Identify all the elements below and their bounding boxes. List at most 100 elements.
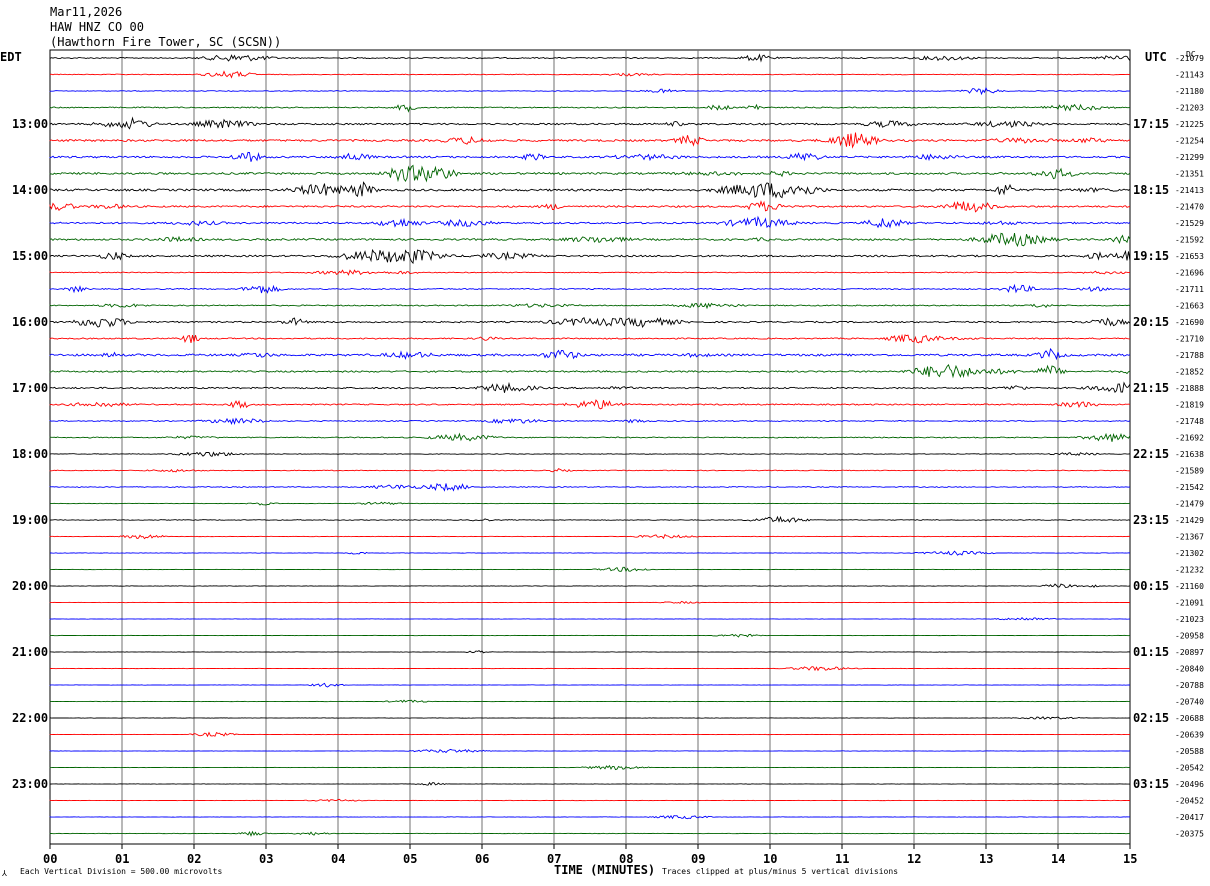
utc-time-label: 00:15 [1133,579,1169,593]
x-tick-label: 12 [907,852,921,866]
channel-label: HAW HNZ CO 00 [50,20,144,34]
utc-time-label: 03:15 [1133,777,1169,791]
x-tick-label: 02 [187,852,201,866]
trace-line [49,451,1131,458]
trace-line [49,283,1131,294]
dc-offset-label: -20588 [1175,747,1204,756]
edt-time-label: 19:00 [12,513,48,527]
x-tick-label: 01 [115,852,129,866]
dc-offset-labels: -21079 -21143 -21180 -21203 -21225 -21254 -212… [1175,54,1204,839]
edt-time-label: 21:00 [12,645,48,659]
utc-time-label: 21:15 [1133,381,1169,395]
dc-offset-label: -21529 [1175,219,1204,228]
dc-offset-label: -21429 [1175,516,1204,525]
x-tick-label: 00 [43,852,57,866]
trace-line [49,302,1131,310]
trace-line [49,364,1131,379]
dc-offset-label: -20897 [1175,648,1204,657]
scale-icon: ⅄ [1,869,7,878]
dc-offset-label: -21663 [1175,302,1204,311]
utc-time-label: 18:15 [1133,183,1169,197]
dc-offset-label: -21852 [1175,368,1204,377]
trace-line [49,468,1130,473]
trace-line [49,748,1131,754]
dc-offset-label: -20452 [1175,797,1204,806]
station-label: (Hawthorn Fire Tower, SC (SCSN)) [50,35,281,49]
dc-offset-label: -21692 [1175,434,1204,443]
dc-offset-label: -20417 [1175,813,1204,822]
trace-line [49,682,1131,688]
dc-offset-label: -20840 [1175,665,1204,674]
trace-line [49,347,1131,361]
utc-time-label: 01:15 [1133,645,1169,659]
dc-offset-label: -21079 [1175,54,1204,63]
utc-time-label: 22:15 [1133,447,1169,461]
trace-line [49,333,1131,344]
dc-offset-label: -20542 [1175,764,1204,773]
seismogram-plot: Mar11,2026 HAW HNZ CO 00 (Hawthorn Fire … [0,5,1204,878]
trace-line [49,617,1131,621]
edt-time-label: 16:00 [12,315,48,329]
trace-line [49,814,1131,820]
trace-line [49,716,1130,720]
dc-offset-label: -21696 [1175,269,1204,278]
x-axis-title: TIME (MINUTES) [554,863,655,877]
trace-line [49,798,1130,803]
x-tick-label: 13 [979,852,993,866]
dc-offset-label: -21470 [1175,203,1204,212]
utc-time-label: 17:15 [1133,117,1169,131]
trace-line [49,600,1130,604]
utc-time-label: 23:15 [1133,513,1169,527]
dc-offset-label: -20740 [1175,698,1204,707]
trace-line [49,781,1130,786]
trace-line [49,432,1131,442]
dc-offset-label: -21592 [1175,236,1204,245]
clip-note: Traces clipped at plus/minus 5 vertical … [662,867,898,876]
edt-axis-label: EDT [0,50,22,64]
dc-offset-label: -20496 [1175,780,1204,789]
trace-line [49,550,1131,556]
date-label: Mar11,2026 [50,5,122,19]
trace-line [49,417,1131,425]
trace-line [49,566,1130,573]
utc-time-label: 20:15 [1133,315,1169,329]
trace-rows [49,53,1131,837]
dc-offset-label: -21413 [1175,186,1204,195]
dc-offset-label: -20958 [1175,632,1204,641]
dc-offset-label: -21367 [1175,533,1204,542]
trace-line [49,533,1131,540]
trace-line [49,70,1131,79]
edt-time-label: 14:00 [12,183,48,197]
x-tick-label: 15 [1123,852,1137,866]
trace-line [49,830,1131,837]
trace-line [49,181,1131,199]
edt-time-label: 22:00 [12,711,48,725]
trace-line [49,200,1131,213]
trace-line [49,248,1131,265]
trace-line [49,53,1131,63]
trace-line [49,633,1131,638]
trace-line [49,764,1131,771]
dc-offset-label: -20639 [1175,731,1204,740]
trace-line [49,515,1131,523]
trace-line [49,86,1131,96]
dc-offset-label: -21160 [1175,582,1204,591]
edt-time-label: 20:00 [12,579,48,593]
dc-offset-label: -21479 [1175,500,1204,509]
trace-line [49,232,1131,248]
edt-time-label: 17:00 [12,381,48,395]
dc-offset-label: -21023 [1175,615,1204,624]
utc-time-label: 19:15 [1133,249,1169,263]
edt-time-labels: 13:00 14:00 15:00 16:00 17:00 18:00 19:00 20:00… [12,117,48,791]
dc-offset-label: -21299 [1175,153,1204,162]
trace-line [49,650,1131,654]
x-tick-label: 10 [763,852,777,866]
dc-offset-label: -21748 [1175,417,1204,426]
dc-offset-label: -21690 [1175,318,1204,327]
trace-line [49,215,1131,229]
x-tick-label: 06 [475,852,489,866]
utc-time-labels: 17:15 18:15 19:15 20:15 21:15 22:15 23:15 00:15… [1133,117,1169,791]
trace-line [49,116,1131,130]
dc-offset-label: -21788 [1175,351,1204,360]
dc-offset-label: -21589 [1175,467,1204,476]
